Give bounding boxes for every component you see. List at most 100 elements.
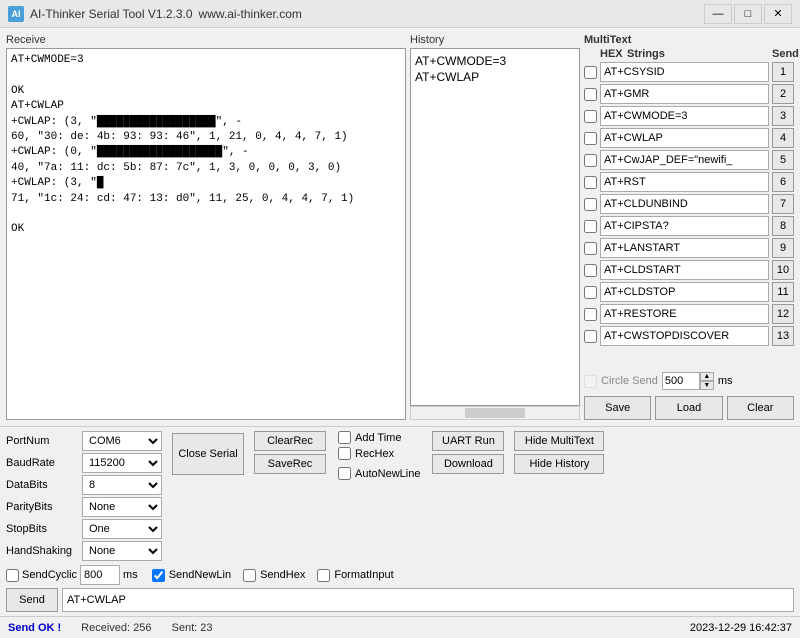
mt-input-3[interactable] [600,106,769,126]
app-website: www.ai-thinker.com [199,7,302,21]
close-serial-button[interactable]: Close Serial [172,433,244,475]
multitext-rows: 1 2 3 4 5 6 7 8 9 10 11 12 13 [584,62,794,366]
spinner-up[interactable]: ▲ [700,372,714,381]
mt-checkbox-13[interactable] [584,330,597,343]
mt-send-btn-11[interactable]: 11 [772,282,794,302]
app-icon: AI [8,6,24,22]
mt-input-7[interactable] [600,194,769,214]
mt-input-9[interactable] [600,238,769,258]
app-title: AI-Thinker Serial Tool V1.2.3.0 [30,7,193,21]
cyclic-ms-unit: ms [123,569,138,581]
send-hex-label: SendHex [260,569,305,581]
mt-checkbox-9[interactable] [584,242,597,255]
load-button[interactable]: Load [655,396,722,420]
mt-checkbox-6[interactable] [584,176,597,189]
mt-checkbox-7[interactable] [584,198,597,211]
mt-send-btn-4[interactable]: 4 [772,128,794,148]
mt-input-11[interactable] [600,282,769,302]
uart-run-button[interactable]: UART Run [432,431,504,451]
send-cyclic-label: SendCyclic [22,569,77,581]
circle-send-checkbox[interactable] [584,375,597,388]
baudrate-select[interactable]: 115200 [82,453,162,473]
hide-history-button[interactable]: Hide History [514,454,604,474]
send-cyclic-checkbox[interactable] [6,569,19,582]
mt-send-btn-3[interactable]: 3 [772,106,794,126]
strings-col-header: Strings [617,48,768,60]
close-button[interactable]: ✕ [764,4,792,24]
auto-newline-checkbox[interactable] [338,467,351,480]
mt-send-btn-7[interactable]: 7 [772,194,794,214]
mt-checkbox-12[interactable] [584,308,597,321]
mt-input-2[interactable] [600,84,769,104]
received-status: Received: 256 [81,622,151,634]
mt-checkbox-2[interactable] [584,88,597,101]
send-newline-checkbox[interactable] [152,569,165,582]
add-time-label: Add Time [355,432,401,444]
mt-checkbox-1[interactable] [584,66,597,79]
handshaking-label: HandShaking [6,545,78,557]
send-input[interactable] [62,588,794,612]
minimize-button[interactable]: — [704,4,732,24]
save-button[interactable]: Save [584,396,651,420]
history-item[interactable]: AT+CWMODE=3 [415,53,575,69]
databits-select[interactable]: 8 [82,475,162,495]
mt-input-5[interactable] [600,150,769,170]
mt-send-btn-6[interactable]: 6 [772,172,794,192]
sent-status: Sent: 23 [172,622,213,634]
format-input-checkbox[interactable] [317,569,330,582]
maximize-button[interactable]: □ [734,4,762,24]
portnum-select[interactable]: COM6 [82,431,162,451]
stopbits-label: StopBits [6,523,78,535]
mt-send-btn-9[interactable]: 9 [772,238,794,258]
clear-button[interactable]: Clear [727,396,794,420]
ms-unit: ms [718,375,733,387]
mt-input-4[interactable] [600,128,769,148]
mt-input-13[interactable] [600,326,769,346]
receive-textarea[interactable]: AT+CWMODE=3 OK AT+CWLAP +CWLAP: (3, "███… [6,48,406,420]
download-button[interactable]: Download [432,454,504,474]
save-rec-button[interactable]: SaveRec [254,454,326,474]
mt-send-btn-13[interactable]: 13 [772,326,794,346]
mt-input-1[interactable] [600,62,769,82]
mt-checkbox-8[interactable] [584,220,597,233]
spinner-down[interactable]: ▼ [700,381,714,390]
mt-checkbox-10[interactable] [584,264,597,277]
mt-input-12[interactable] [600,304,769,324]
clear-rec-button[interactable]: ClearRec [254,431,326,451]
mt-checkbox-5[interactable] [584,154,597,167]
rec-hex-checkbox[interactable] [338,447,351,460]
send-hex-checkbox[interactable] [243,569,256,582]
mt-input-8[interactable] [600,216,769,236]
mt-send-btn-2[interactable]: 2 [772,84,794,104]
stopbits-select[interactable]: One [82,519,162,539]
multitext-label: MultiText [584,34,631,46]
mt-send-btn-12[interactable]: 12 [772,304,794,324]
cyclic-ms-input[interactable] [80,565,120,585]
mt-input-6[interactable] [600,172,769,192]
format-input-label: FormatInput [334,569,393,581]
mt-send-btn-10[interactable]: 10 [772,260,794,280]
history-label: History [410,34,580,46]
mt-send-btn-1[interactable]: 1 [772,62,794,82]
history-item[interactable]: AT+CWLAP [415,69,575,85]
baudrate-label: BaudRate [6,457,78,469]
mt-checkbox-3[interactable] [584,110,597,123]
send-newline-label: SendNewLin [169,569,231,581]
paritybits-select[interactable]: None [82,497,162,517]
history-box[interactable]: AT+CWMODE=3 AT+CWLAP [410,48,580,406]
send-button[interactable]: Send [6,588,58,612]
hide-multitext-button[interactable]: Hide MultiText [514,431,604,451]
receive-label: Receive [6,34,406,46]
mt-send-btn-5[interactable]: 5 [772,150,794,170]
datetime-status: 2023-12-29 16:42:37 [690,622,792,634]
mt-checkbox-11[interactable] [584,286,597,299]
mt-send-btn-8[interactable]: 8 [772,216,794,236]
mt-input-10[interactable] [600,260,769,280]
add-time-checkbox[interactable] [338,431,351,444]
multitext-panel: MultiText HEX Strings Send 1 2 3 4 5 6 7… [584,34,794,420]
mt-checkbox-4[interactable] [584,132,597,145]
circle-send-label: Circle Send [601,375,658,387]
hex-col-header: HEX [600,48,613,60]
handshaking-select[interactable]: None [82,541,162,561]
circle-send-input[interactable] [662,372,700,390]
